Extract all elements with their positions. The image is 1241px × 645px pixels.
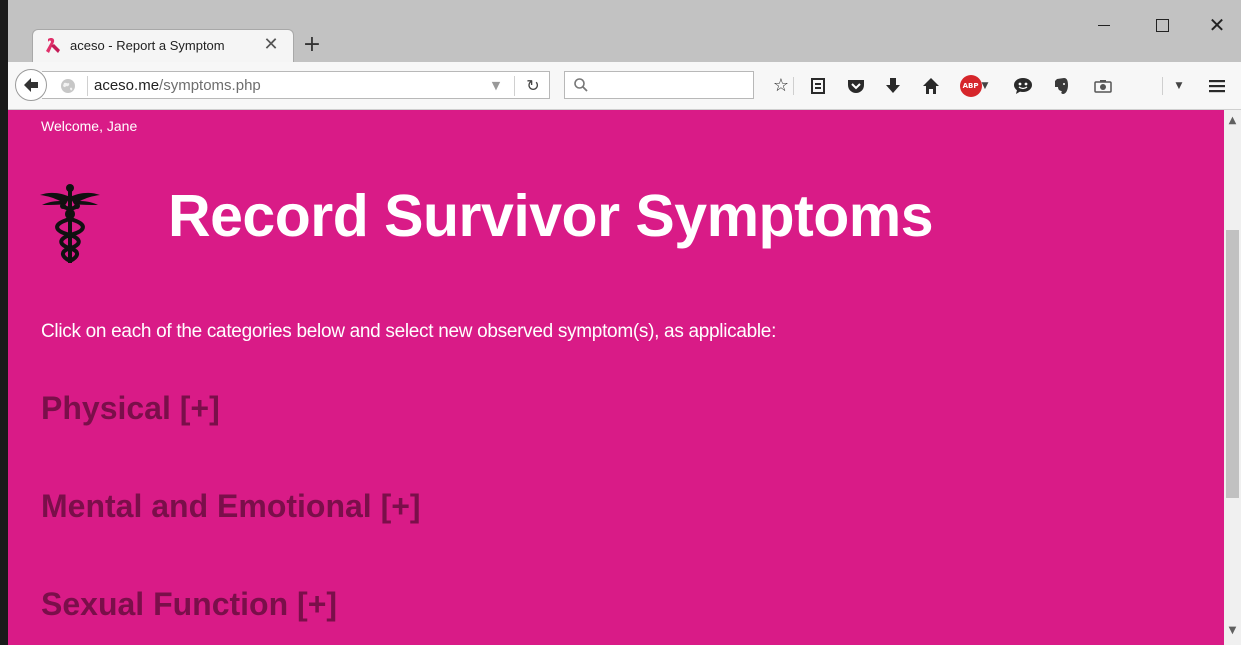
menu-icon[interactable] [1204, 74, 1230, 98]
url-dropdown-icon[interactable]: ▼ [488, 76, 504, 96]
back-arrow-icon [24, 78, 38, 92]
tab-strip: aceso - Report a Symptom ✕ + ✕ [8, 0, 1241, 62]
adblock-plus-icon[interactable]: ABP ▼ [954, 74, 994, 98]
close-window-button[interactable]: ✕ [1197, 10, 1237, 40]
tab-close-icon[interactable]: ✕ [261, 35, 281, 55]
chat-icon[interactable] [1010, 74, 1036, 98]
search-input[interactable] [564, 71, 754, 99]
scroll-up-icon[interactable]: ▲ [1224, 112, 1241, 129]
new-tab-button[interactable]: + [300, 33, 324, 57]
bookmark-star-icon[interactable]: ☆ [768, 74, 794, 98]
category-sexual-function[interactable]: Sexual Function [+] [41, 586, 337, 623]
pocket-icon[interactable] [843, 74, 869, 98]
vertical-scrollbar[interactable]: ▲ ▼ [1224, 110, 1241, 645]
url-text[interactable]: aceso.me/symptoms.php [94, 77, 261, 94]
tab-aceso[interactable]: aceso - Report a Symptom ✕ [32, 29, 294, 62]
toolbar-divider [793, 77, 794, 95]
search-icon [574, 78, 588, 92]
category-physical[interactable]: Physical [+] [41, 390, 220, 427]
globe-icon [61, 79, 75, 93]
back-button[interactable] [15, 69, 47, 101]
scroll-thumb[interactable] [1226, 230, 1239, 498]
toolbar-divider-2 [1162, 77, 1163, 95]
instructions-text: Click on each of the categories below an… [41, 321, 777, 342]
navigation-bar: aceso.me/symptoms.php ▼ ↻ ☆ ABP ▼ ▼ [8, 62, 1241, 110]
welcome-text: Welcome, Jane [41, 118, 138, 134]
url-separator-2 [514, 76, 515, 96]
caduceus-icon [40, 184, 100, 263]
chevron-down-icon[interactable]: ▼ [1166, 74, 1192, 98]
scroll-down-icon[interactable]: ▼ [1224, 622, 1241, 639]
window-frame-edge [0, 0, 8, 645]
page-title: Record Survivor Symptoms [168, 183, 934, 249]
minimize-button[interactable] [1084, 10, 1124, 40]
screenshot-icon[interactable] [1083, 74, 1123, 98]
evernote-icon[interactable] [1048, 74, 1074, 98]
tab-title: aceso - Report a Symptom [70, 38, 225, 53]
home-icon[interactable] [918, 74, 944, 98]
browser-window: aceso - Report a Symptom ✕ + ✕ aceso.me/… [8, 0, 1241, 645]
pink-ribbon-icon [46, 38, 60, 53]
reading-list-icon[interactable] [805, 74, 831, 98]
maximize-button[interactable] [1142, 10, 1182, 40]
reload-icon[interactable]: ↻ [523, 76, 543, 96]
category-mental-emotional[interactable]: Mental and Emotional [+] [41, 488, 421, 525]
page-viewport: Welcome, Jane Record Survivor Symptoms C… [8, 110, 1224, 645]
download-icon[interactable] [880, 74, 906, 98]
url-bar[interactable]: aceso.me/symptoms.php ▼ ↻ [42, 71, 550, 99]
url-separator [87, 76, 88, 96]
